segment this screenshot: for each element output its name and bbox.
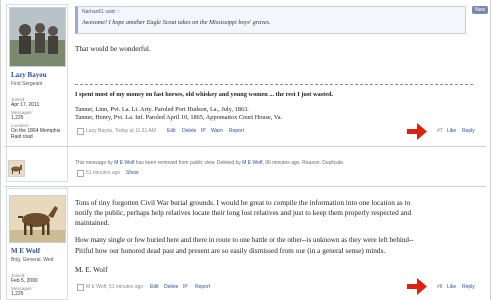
edit-link[interactable]: Edit xyxy=(167,128,176,134)
user-title: First Sergeant xyxy=(11,81,43,87)
post-signature: M. E. Wolf xyxy=(75,265,108,274)
user-panel: Lazy Bayou First Sergeant Joined: Apr 17… xyxy=(6,4,68,182)
warn-link[interactable]: Warn xyxy=(211,128,223,134)
user-panel: M E Wolf Brig. General, Wed Joined: Feb … xyxy=(6,188,68,300)
messages-value: 1,225 xyxy=(11,115,24,121)
reply-link[interactable]: Reply xyxy=(462,284,475,290)
joined-value: Apr 17, 2011 xyxy=(11,102,40,108)
red-arrow-icon xyxy=(407,123,427,140)
user-title: Brig. General, Wed xyxy=(11,257,54,263)
report-link[interactable]: Report xyxy=(195,284,210,290)
deleted-meta[interactable]: 51 minutes ago xyxy=(86,170,120,176)
avatar[interactable] xyxy=(9,195,66,243)
delete-link[interactable]: Delete xyxy=(164,284,178,290)
joined-value: Feb 5, 2000 xyxy=(11,278,38,284)
report-link[interactable]: Report xyxy=(229,128,244,134)
post-text: That would be wonderful. xyxy=(75,44,151,53)
delete-link[interactable]: Delete xyxy=(182,128,196,134)
location-value: On the 1864 Memphis Raid road xyxy=(11,128,61,140)
thread-page: New Lazy Bayou First Sergeant Joined: Ap… xyxy=(0,0,491,300)
reply-link[interactable]: Reply xyxy=(462,128,475,134)
quote-text: Awesome! I hope another Eagle Scout take… xyxy=(82,19,271,26)
show-link[interactable]: Show xyxy=(126,170,139,176)
deleted-author[interactable]: M E Wolf xyxy=(114,160,134,166)
username[interactable]: Lazy Bayou xyxy=(11,71,47,79)
ip-link[interactable]: IP xyxy=(201,128,206,134)
select-checkbox[interactable] xyxy=(77,284,84,291)
horse-avatar-icon xyxy=(10,196,65,242)
quote-block: Narhan61 said: ↑ Awesome! I hope another… xyxy=(75,6,466,34)
deleted-message: This message by M E Wolf has been remove… xyxy=(75,160,345,166)
post-meta[interactable]: M E Wolf, 51 minutes ago xyxy=(86,284,143,290)
select-checkbox[interactable] xyxy=(77,170,84,177)
edit-link[interactable]: Edit xyxy=(150,284,159,290)
divider xyxy=(4,146,486,147)
post-paragraph-2b: Pitiful how our honored dead past and pr… xyxy=(75,246,386,255)
like-link[interactable]: Like xyxy=(447,284,456,290)
like-link[interactable]: Like xyxy=(447,128,456,134)
signature-line-2: Tanner, Henry, Pvt. La. Inf. Paroled Apr… xyxy=(75,114,283,121)
post-paragraph-1b: notify the public, perhaps help relative… xyxy=(75,208,412,217)
red-arrow-icon xyxy=(407,278,427,295)
signature-bold: I spent most of my money on fast horses,… xyxy=(75,91,334,98)
left-border xyxy=(0,0,1,300)
horse-avatar-icon xyxy=(9,161,24,176)
avatar-image xyxy=(10,8,65,66)
divider xyxy=(4,186,486,187)
new-button[interactable]: New xyxy=(472,6,489,14)
select-checkbox[interactable] xyxy=(77,128,84,135)
post-meta[interactable]: Lazy Bayou, Today at 11:31 AM xyxy=(86,128,156,134)
post-paragraph-2: How many single or few buried here and t… xyxy=(75,236,414,244)
ip-link[interactable]: IP xyxy=(183,284,188,290)
username[interactable]: M E Wolf xyxy=(11,247,40,255)
signature-divider xyxy=(75,84,473,85)
avatar[interactable] xyxy=(9,7,66,67)
messages-value: 1,225 xyxy=(11,291,24,297)
quote-author[interactable]: Narhan61 said: ↑ xyxy=(82,9,120,15)
avatar-small[interactable] xyxy=(8,160,25,177)
post-number[interactable]: #7 xyxy=(437,128,443,134)
post-paragraph-1c: maintained. xyxy=(75,218,110,227)
signature-line-1: Tanner, Linn, Pvt. La. Lt. Arty. Paroled… xyxy=(75,106,249,113)
post-number[interactable]: #8 xyxy=(437,284,443,290)
post-paragraph-1: Tons of tiny forgotten Civil War burial … xyxy=(75,198,411,207)
deleted-by[interactable]: M E Wolf xyxy=(242,160,262,166)
